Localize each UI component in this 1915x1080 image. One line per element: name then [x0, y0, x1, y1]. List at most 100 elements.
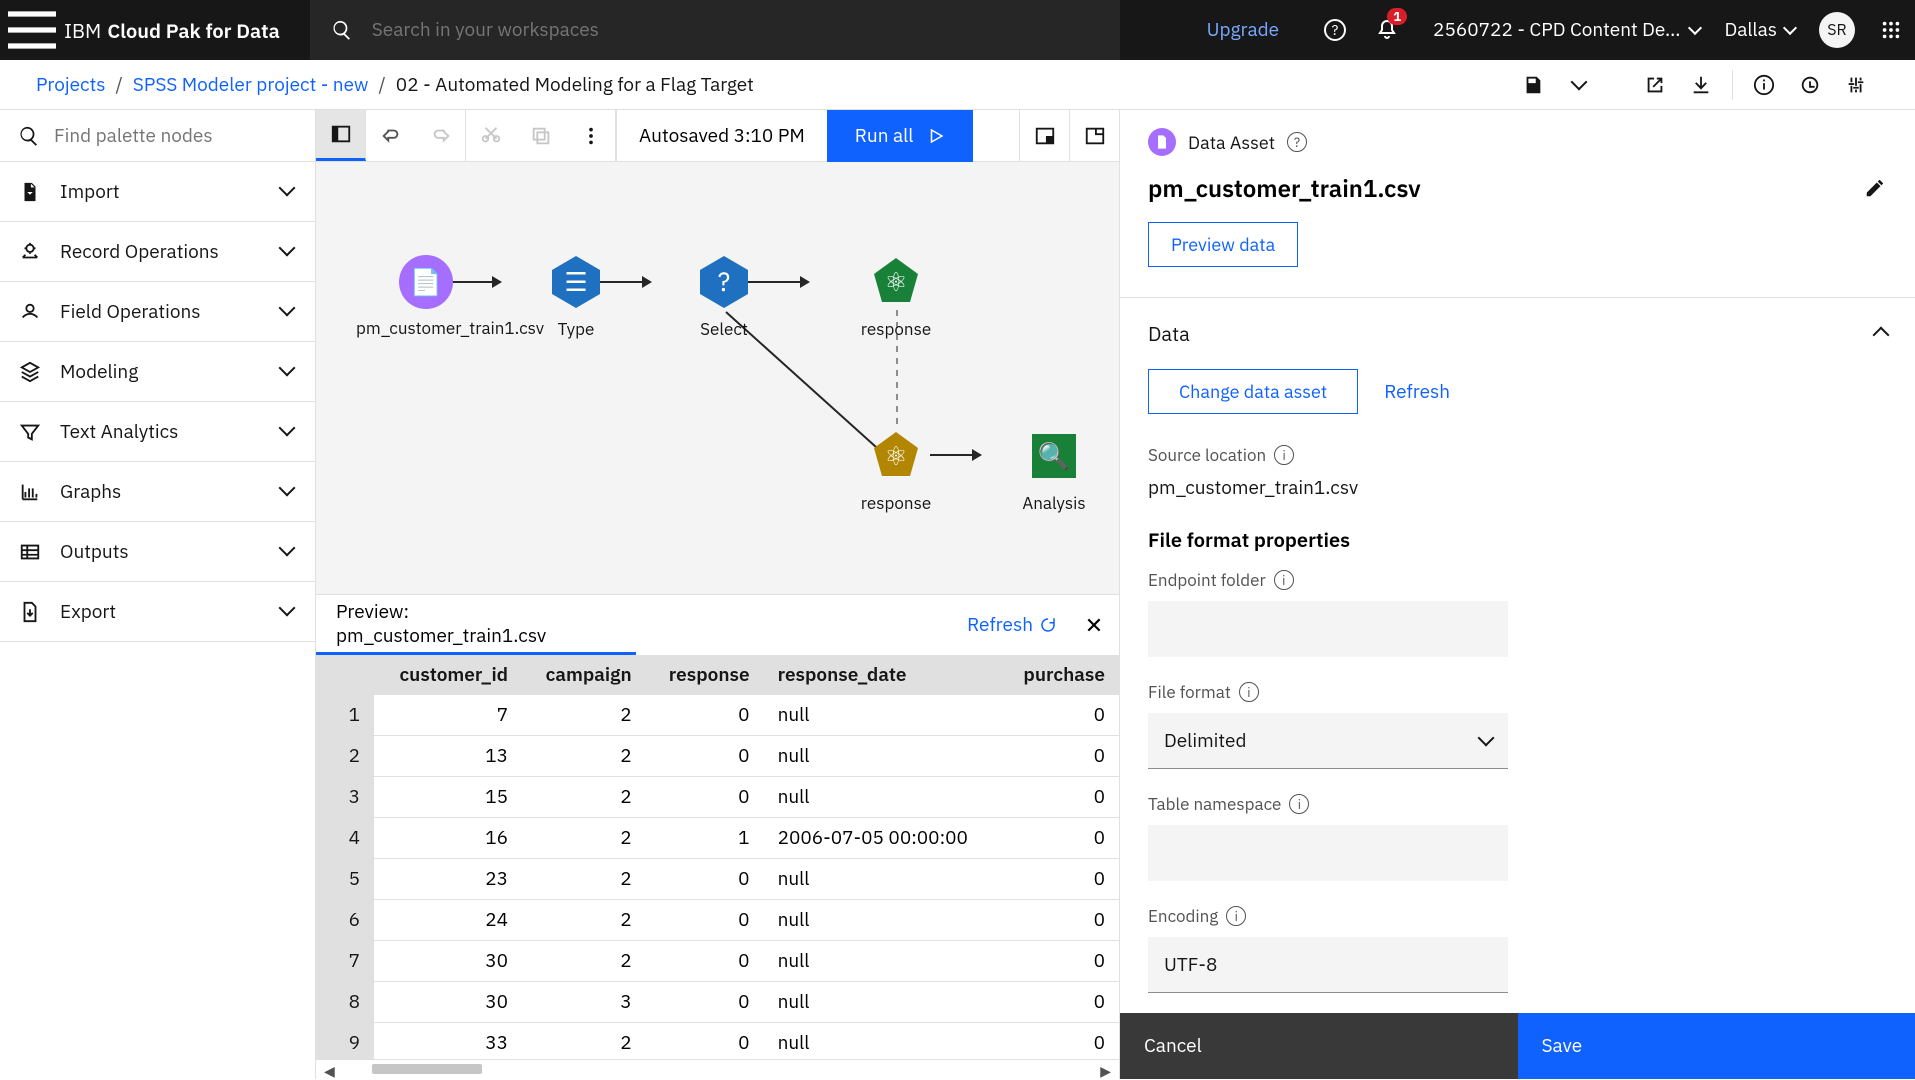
edit-name-button[interactable]	[1863, 176, 1887, 200]
palette-category-modeling[interactable]: Modeling	[0, 342, 315, 402]
table-cell: null	[764, 900, 1001, 941]
table-cell: 15	[374, 777, 522, 818]
palette-search-input[interactable]	[54, 124, 297, 148]
node-import[interactable]: 📄 pm_customer_train1.csv	[356, 254, 496, 339]
preview-hscrollbar[interactable]: ◀ ▶	[316, 1059, 1119, 1079]
palette-search[interactable]	[0, 110, 315, 162]
redo-button[interactable]	[416, 110, 466, 161]
table-row[interactable]: 52320null0	[316, 859, 1119, 900]
data-asset-pill-icon	[1148, 128, 1176, 156]
palette-category-text-analytics[interactable]: Text Analytics	[0, 402, 315, 462]
record-ops-icon	[18, 240, 42, 264]
node-label: pm_customer_train1.csv	[356, 318, 496, 339]
table-cell: 2	[522, 777, 646, 818]
palette-category-import[interactable]: Import	[0, 162, 315, 222]
chevron-down-icon	[1690, 18, 1700, 42]
column-header[interactable]: response	[646, 655, 764, 695]
info-icon[interactable]: i	[1226, 906, 1246, 926]
info-icon[interactable]: ?	[1287, 132, 1307, 152]
table-cell: 3	[522, 982, 646, 1023]
table-cell: 30	[374, 982, 522, 1023]
table-row[interactable]: 1720null0	[316, 695, 1119, 736]
user-avatar[interactable]: SR	[1819, 12, 1855, 48]
encoding-input[interactable]: UTF-8	[1148, 937, 1508, 993]
global-search-input[interactable]	[372, 18, 1100, 42]
column-header[interactable]: response_date	[764, 655, 1001, 695]
preview-refresh-link[interactable]: Refresh	[967, 613, 1069, 637]
table-row[interactable]: 83030null0	[316, 982, 1119, 1023]
save-button[interactable]: Save	[1518, 1013, 1915, 1079]
help-button[interactable]: ?	[1309, 0, 1361, 60]
notifications-button[interactable]: 1	[1361, 0, 1413, 60]
node-analysis[interactable]: 🔍 Analysis	[984, 428, 1119, 514]
table-namespace-input[interactable]	[1148, 825, 1508, 881]
region-switcher[interactable]: Dallas	[1712, 18, 1807, 42]
table-row[interactable]: 31520null0	[316, 777, 1119, 818]
save-flow-button[interactable]	[1510, 62, 1556, 108]
cut-button[interactable]	[466, 110, 516, 161]
column-header[interactable]: campaign	[522, 655, 646, 695]
asset-link-button[interactable]	[1632, 62, 1678, 108]
properties-footer: Cancel Save	[1120, 1013, 1915, 1079]
settings-flow-button[interactable]	[1833, 62, 1879, 108]
flow-canvas[interactable]: 📄 pm_customer_train1.csv ☰ Type ? Select…	[316, 162, 1119, 594]
workspace-switcher[interactable]: 2560722 - CPD Content De...	[1413, 18, 1712, 42]
cancel-button[interactable]: Cancel	[1120, 1013, 1518, 1079]
column-header[interactable]: customer_id	[374, 655, 522, 695]
copy-button[interactable]	[516, 110, 566, 161]
info-icon[interactable]: i	[1274, 445, 1294, 465]
preview-data-button[interactable]: Preview data	[1148, 222, 1298, 267]
app-switcher-button[interactable]	[1867, 19, 1915, 41]
undo-button[interactable]	[366, 110, 416, 161]
overflow-menu-button[interactable]	[566, 110, 616, 161]
info-icon[interactable]: i	[1289, 794, 1309, 814]
refresh-data-link[interactable]: Refresh	[1384, 380, 1450, 404]
endpoint-folder-input[interactable]	[1148, 601, 1508, 657]
notifications-badge: 1	[1387, 8, 1407, 25]
table-row[interactable]: 73020null0	[316, 941, 1119, 982]
node-label: Analysis	[1022, 492, 1085, 514]
preview-table-scroll[interactable]: customer_idcampaignresponseresponse_date…	[316, 655, 1119, 1059]
save-dropdown-button[interactable]	[1556, 62, 1602, 108]
table-cell: null	[764, 859, 1001, 900]
hamburger-menu-button[interactable]	[0, 0, 64, 60]
palette-category-export[interactable]: Export	[0, 582, 315, 642]
upgrade-link[interactable]: Upgrade	[1177, 18, 1309, 42]
file-format-select[interactable]: Delimited	[1148, 713, 1508, 769]
import-icon	[18, 180, 42, 204]
table-row[interactable]: 416212006-07-05 00:00:000	[316, 818, 1119, 859]
scroll-thumb[interactable]	[372, 1064, 482, 1074]
info-icon[interactable]: i	[1239, 682, 1259, 702]
info-icon[interactable]: i	[1274, 570, 1294, 590]
asset-name: pm_customer_train1.csv	[1148, 172, 1421, 204]
palette-category-graphs[interactable]: Graphs	[0, 462, 315, 522]
palette-panel: Import Record Operations Field Operation…	[0, 110, 316, 1079]
palette-category-outputs[interactable]: Outputs	[0, 522, 315, 582]
download-button[interactable]	[1678, 62, 1724, 108]
node-response-nugget[interactable]: ⚛ response	[826, 428, 966, 514]
palette-category-record-operations[interactable]: Record Operations	[0, 222, 315, 282]
node-select[interactable]: ? Select	[654, 254, 794, 340]
history-button[interactable]	[1787, 62, 1833, 108]
toggle-palette-button[interactable]	[316, 110, 366, 161]
column-header[interactable]: purchase	[1000, 655, 1119, 695]
palette-category-field-operations[interactable]: Field Operations	[0, 282, 315, 342]
table-row[interactable]: 93320null0	[316, 1023, 1119, 1060]
change-data-asset-button[interactable]: Change data asset	[1148, 369, 1358, 414]
preview-close-button[interactable]: ✕	[1069, 611, 1119, 640]
section-header-data[interactable]: Data	[1148, 298, 1887, 369]
breadcrumb-link-project[interactable]: SPSS Modeler project - new	[133, 73, 369, 97]
global-search[interactable]	[310, 0, 1120, 60]
view-map-button[interactable]	[1019, 110, 1069, 161]
palette-category-label: Field Operations	[60, 300, 263, 324]
preview-panel: Preview: pm_customer_train1.csv Refresh …	[316, 594, 1119, 1079]
node-response-model[interactable]: ⚛ response	[826, 254, 966, 340]
node-type[interactable]: ☰ Type	[506, 254, 646, 340]
table-cell: 16	[374, 818, 522, 859]
table-row[interactable]: 62420null0	[316, 900, 1119, 941]
fit-view-button[interactable]	[1069, 110, 1119, 161]
breadcrumb-link-projects[interactable]: Projects	[36, 73, 106, 97]
table-row[interactable]: 21320null0	[316, 736, 1119, 777]
info-button[interactable]	[1741, 62, 1787, 108]
run-all-button[interactable]: Run all	[827, 110, 974, 162]
